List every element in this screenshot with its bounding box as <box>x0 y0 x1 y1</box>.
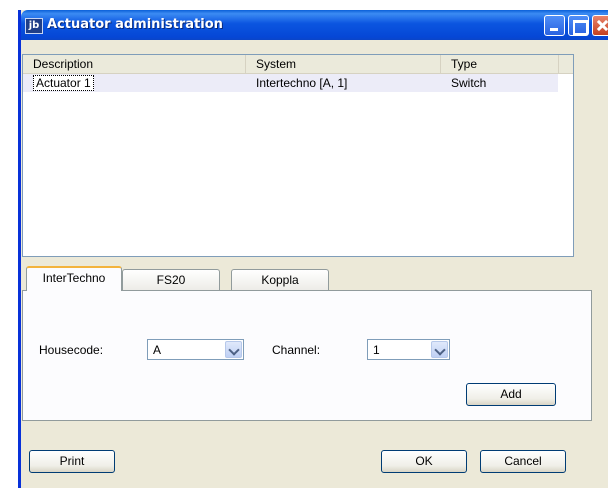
channel-label: Channel: <box>272 343 321 357</box>
row-description[interactable]: Actuator 1 <box>33 75 94 91</box>
window-title: Actuator administration <box>47 17 223 32</box>
list-header: Description System Type <box>23 55 573 74</box>
row-type: Switch <box>451 76 487 90</box>
housecode-select[interactable]: A <box>147 339 244 360</box>
close-button[interactable] <box>592 15 608 36</box>
title-bar[interactable]: jb Actuator administration <box>21 10 608 40</box>
column-header-type[interactable]: Type <box>441 55 559 74</box>
row-system: Intertechno [A, 1] <box>256 76 348 90</box>
column-header-description[interactable]: Description <box>23 55 246 74</box>
cancel-button[interactable]: Cancel <box>480 450 566 473</box>
ok-button[interactable]: OK <box>381 450 467 473</box>
chevron-down-icon[interactable] <box>225 341 242 358</box>
table-row[interactable]: Actuator 1 Intertechno [A, 1] Switch <box>23 74 558 92</box>
housecode-label: Housecode: <box>39 343 104 357</box>
chevron-down-icon[interactable] <box>431 341 448 358</box>
tab-koppla[interactable]: Koppla <box>231 269 329 291</box>
tab-intertechno[interactable]: InterTechno <box>26 266 122 291</box>
add-button[interactable]: Add <box>466 383 556 406</box>
minimize-button[interactable] <box>544 15 565 36</box>
channel-value: 1 <box>373 343 380 357</box>
tab-fs20[interactable]: FS20 <box>122 269 220 291</box>
housecode-value: A <box>153 343 162 357</box>
column-header-system[interactable]: System <box>246 55 441 74</box>
print-button[interactable]: Print <box>29 450 115 473</box>
maximize-button[interactable] <box>568 15 589 36</box>
channel-select[interactable]: 1 <box>367 339 450 360</box>
actuator-list[interactable]: Description System Type Actuator 1 Inter… <box>22 54 574 257</box>
app-icon: jb <box>25 18 43 34</box>
